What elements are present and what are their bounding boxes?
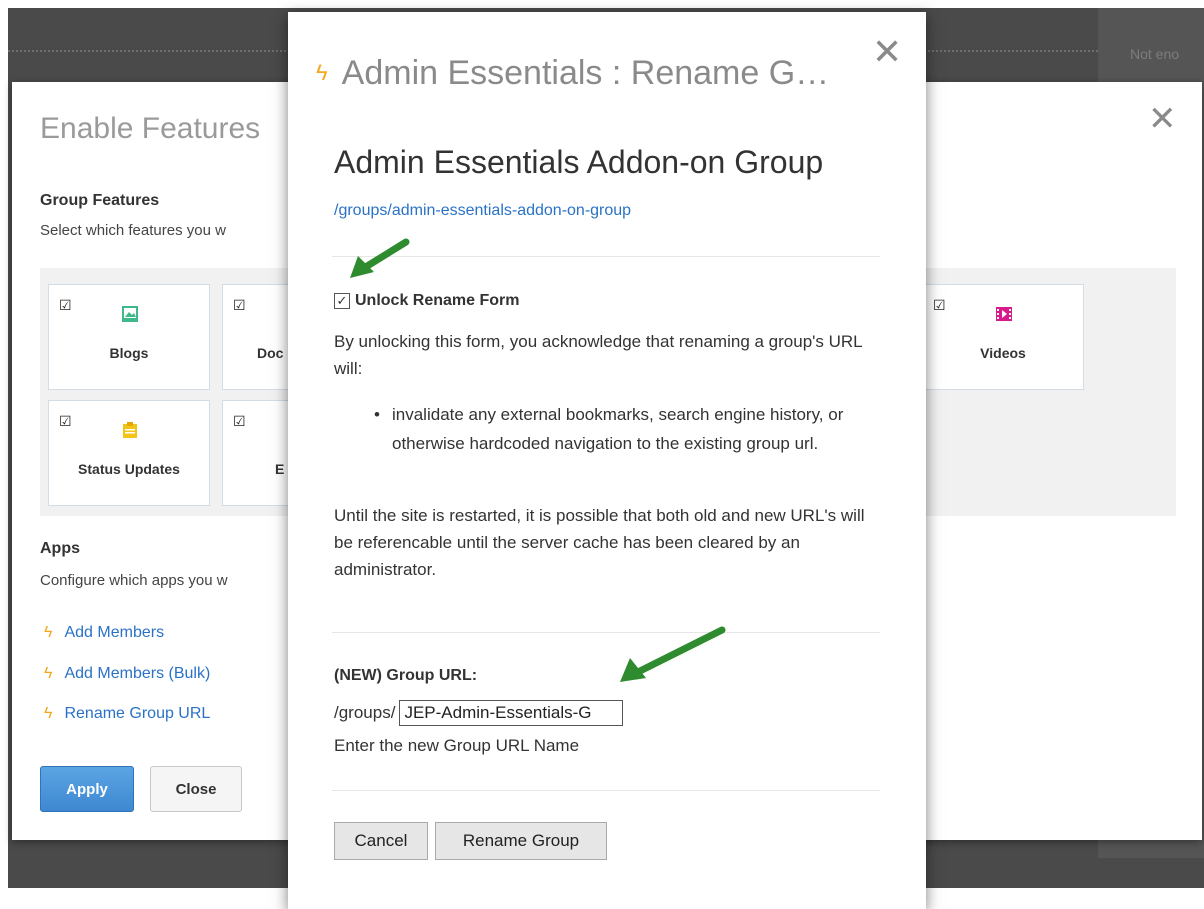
bolt-icon: ϟ bbox=[316, 60, 328, 85]
checkbox-checked-icon[interactable]: ✓ bbox=[334, 293, 350, 309]
url-prefix: /groups/ bbox=[334, 703, 396, 722]
background-side-text: Not eno bbox=[1130, 46, 1180, 62]
rename-group-modal: ϟ Admin Essentials : Rename G… ✕ Admin Es… bbox=[288, 12, 926, 909]
apps-heading: Apps bbox=[40, 540, 80, 557]
feature-label: Videos bbox=[980, 345, 1026, 361]
app-link-label: Rename Group URL bbox=[64, 705, 211, 722]
annotation-arrow-icon bbox=[620, 626, 726, 682]
bolt-icon: ϟ bbox=[44, 705, 53, 722]
list-item: invalidate any external bookmarks, searc… bbox=[368, 400, 848, 458]
rename-group-button[interactable]: Rename Group bbox=[435, 822, 607, 860]
url-row: /groups/ bbox=[334, 700, 624, 726]
warning-list: invalidate any external bookmarks, searc… bbox=[368, 400, 848, 458]
feature-card-status-updates[interactable]: ☑ Status Updates bbox=[48, 400, 210, 506]
feature-card-blogs[interactable]: ☑ Blogs bbox=[48, 284, 210, 390]
cache-warning-text: Until the site is restarted, it is possi… bbox=[334, 506, 865, 579]
rename-modal-title: ϟ Admin Essentials : Rename G… bbox=[316, 54, 829, 93]
video-icon bbox=[996, 307, 1012, 321]
intro-text: By unlocking this form, you acknowledge … bbox=[334, 332, 863, 378]
feature-checkbox[interactable]: ☑ bbox=[933, 297, 946, 314]
divider bbox=[332, 632, 880, 633]
group-path-link[interactable]: /groups/admin-essentials-addon-on-group bbox=[334, 202, 631, 220]
apply-button[interactable]: Apply bbox=[40, 766, 134, 812]
app-link-add-members-bulk[interactable]: ϟ Add Members (Bulk) bbox=[44, 665, 210, 683]
image-icon bbox=[122, 306, 138, 322]
unlock-rename-checkbox[interactable]: ✓ Unlock Rename Form bbox=[334, 292, 519, 310]
app-link-label: Add Members bbox=[64, 624, 165, 641]
feature-checkbox[interactable]: ☑ bbox=[59, 413, 72, 430]
features-close-icon[interactable]: ✕ bbox=[1148, 102, 1177, 136]
feature-checkbox[interactable]: ☑ bbox=[233, 297, 246, 314]
feature-checkbox[interactable]: ☑ bbox=[59, 297, 72, 314]
rename-modal-title-text: Admin Essentials : Rename G… bbox=[341, 54, 830, 92]
apps-desc: Configure which apps you w bbox=[40, 572, 228, 589]
group-name: Admin Essentials Addon-on Group bbox=[334, 144, 824, 180]
divider bbox=[332, 790, 880, 791]
bolt-icon: ϟ bbox=[44, 665, 53, 682]
divider bbox=[332, 256, 880, 257]
feature-label: Blogs bbox=[109, 345, 149, 361]
group-features-desc: Select which features you w bbox=[40, 222, 226, 239]
close-icon[interactable]: ✕ bbox=[872, 34, 902, 70]
bolt-icon: ϟ bbox=[44, 624, 53, 641]
feature-checkbox[interactable]: ☑ bbox=[233, 413, 246, 430]
new-url-label: (NEW) Group URL: bbox=[334, 667, 478, 684]
close-button[interactable]: Close bbox=[150, 766, 242, 812]
status-icon bbox=[123, 422, 137, 438]
app-link-rename-group-url[interactable]: ϟ Rename Group URL bbox=[44, 705, 210, 723]
cancel-button[interactable]: Cancel bbox=[334, 822, 428, 860]
app-link-add-members[interactable]: ϟ Add Members bbox=[44, 624, 164, 642]
group-features-heading: Group Features bbox=[40, 192, 160, 209]
url-help-text: Enter the new Group URL Name bbox=[334, 736, 580, 755]
feature-label: Status Updates bbox=[78, 461, 180, 477]
unlock-label: Unlock Rename Form bbox=[355, 292, 520, 309]
annotation-arrow-icon bbox=[350, 238, 410, 278]
group-url-input[interactable] bbox=[399, 700, 624, 726]
features-dialog-title: Enable Features bbox=[40, 112, 261, 145]
app-link-label: Add Members (Bulk) bbox=[64, 665, 211, 682]
feature-card-videos[interactable]: ☑ Videos bbox=[922, 284, 1084, 390]
